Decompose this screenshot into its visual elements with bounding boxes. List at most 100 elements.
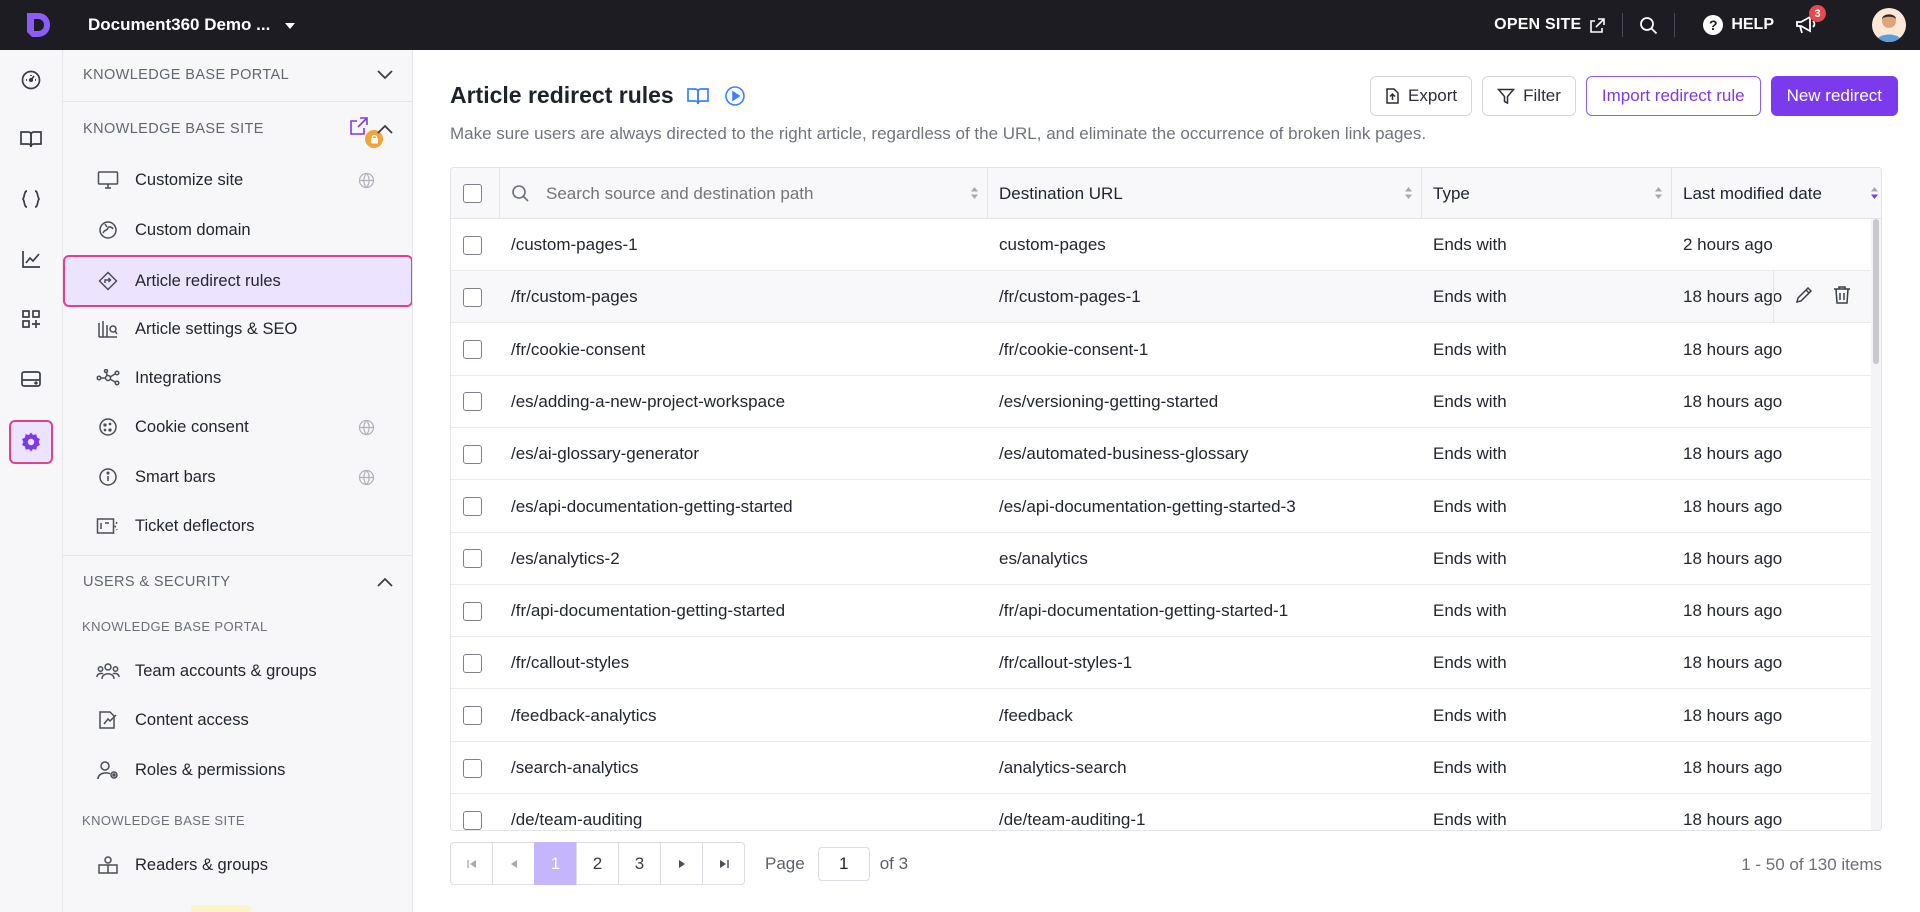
section-users-security[interactable]: USERS & SECURITY xyxy=(63,557,412,607)
help-button[interactable]: ? HELP xyxy=(1703,15,1774,35)
sort-icon[interactable] xyxy=(1654,186,1663,200)
table-row[interactable]: /fr/cookie-consent /fr/cookie-consent-1 … xyxy=(451,324,1871,376)
section-kb-site[interactable]: KNOWLEDGE BASE SITE xyxy=(63,104,412,154)
export-label: Export xyxy=(1407,86,1458,105)
domain-icon xyxy=(95,220,121,240)
row-checkbox[interactable] xyxy=(463,235,482,255)
next-page-button[interactable] xyxy=(660,842,703,885)
table-row[interactable]: /fr/callout-styles /fr/callout-styles-1 … xyxy=(451,637,1871,690)
announcements-button[interactable]: 3 xyxy=(1792,5,1826,39)
documentation-icon[interactable] xyxy=(10,118,52,160)
type-cell: Ends with xyxy=(1433,444,1507,464)
filter-button[interactable]: Filter xyxy=(1482,76,1576,116)
subsection-title: KNOWLEDGE BASE SITE xyxy=(82,813,245,828)
first-page-button[interactable] xyxy=(450,842,493,885)
row-checkbox[interactable] xyxy=(463,392,482,412)
search-icon[interactable] xyxy=(1639,16,1658,35)
sidebar-item-custom-domain[interactable]: Custom domain xyxy=(91,210,385,250)
sidebar-item-article-settings-seo[interactable]: Article settings & SEO xyxy=(91,309,385,349)
scrollbar-thumb[interactable] xyxy=(1873,219,1879,364)
page-button-1[interactable]: 1 xyxy=(534,842,577,885)
select-all-checkbox[interactable] xyxy=(463,184,482,203)
row-checkbox[interactable] xyxy=(463,444,482,464)
source-path-cell: /feedback-analytics xyxy=(511,705,657,725)
open-site-link[interactable]: OPEN SITE xyxy=(1494,16,1606,34)
previous-page-button[interactable] xyxy=(492,842,535,885)
sidebar-item-article-redirect-rules[interactable]: Article redirect rules xyxy=(63,255,412,307)
sidebar-item-integrations[interactable]: Integrations xyxy=(91,358,385,398)
row-checkbox[interactable] xyxy=(463,497,482,516)
play-video-icon[interactable] xyxy=(724,85,746,107)
sidebar-item-readers-groups[interactable]: Readers & groups xyxy=(91,845,385,885)
chevron-up-icon xyxy=(377,577,393,587)
type-cell: Ends with xyxy=(1433,391,1507,411)
sidebar-item-customize-site[interactable]: Customize site xyxy=(91,160,385,200)
export-icon xyxy=(1386,88,1399,104)
dashboard-icon[interactable] xyxy=(10,59,52,101)
project-selector[interactable]: Document360 Demo ... xyxy=(88,15,296,35)
analytics-icon[interactable] xyxy=(10,238,52,280)
import-redirect-rule-button[interactable]: Import redirect rule xyxy=(1585,76,1761,116)
last-page-button[interactable] xyxy=(702,842,745,885)
delete-icon[interactable] xyxy=(1833,285,1851,310)
edit-icon[interactable] xyxy=(1794,285,1814,310)
sort-icon[interactable] xyxy=(970,186,979,200)
search-input[interactable] xyxy=(546,183,846,204)
sidebar-item-ticket-deflectors[interactable]: Ticket deflectors xyxy=(91,506,385,546)
table-row[interactable]: /fr/custom-pages /fr/custom-pages-1 Ends… xyxy=(451,271,1871,324)
table-row[interactable]: /es/api-documentation-getting-started /e… xyxy=(451,481,1871,533)
last-modified-cell: 18 hours ago xyxy=(1683,653,1783,673)
source-path-cell: /es/ai-glossary-generator xyxy=(511,444,700,464)
sort-icon[interactable] xyxy=(1404,186,1413,200)
sidebar-item-content-access[interactable]: Content access xyxy=(91,700,385,740)
sidebar-item-roles-permissions[interactable]: Roles & permissions xyxy=(91,750,385,790)
destination-column-header[interactable]: Destination URL xyxy=(987,168,1421,219)
sidebar-item-cookie-consent[interactable]: Cookie consent xyxy=(91,407,385,447)
last-modified-column-header[interactable]: Last modified date xyxy=(1671,168,1881,219)
sort-descending-icon[interactable] xyxy=(1870,186,1879,200)
book-icon[interactable] xyxy=(686,86,710,106)
avatar[interactable] xyxy=(1872,8,1906,42)
page-button-2[interactable]: 2 xyxy=(576,842,619,885)
table-row[interactable]: /es/analytics-2 es/analytics Ends with 1… xyxy=(451,533,1871,585)
settings-icon[interactable] xyxy=(9,420,53,464)
row-checkbox[interactable] xyxy=(463,758,482,778)
user-settings-icon xyxy=(95,760,121,780)
api-icon[interactable] xyxy=(10,178,52,220)
source-path-cell: /es/analytics-2 xyxy=(511,548,620,568)
table-row[interactable]: /fr/api-documentation-getting-started /f… xyxy=(451,585,1871,638)
table-row[interactable]: /es/adding-a-new-project-workspace /es/v… xyxy=(451,376,1871,428)
sidebar-item-smart-bars[interactable]: Smart bars xyxy=(91,457,385,497)
page-number-input[interactable]: 1 xyxy=(817,846,870,881)
destination-url-cell: /fr/cookie-consent-1 xyxy=(999,339,1149,359)
source-path-cell: /de/team-auditing xyxy=(511,810,643,830)
row-checkbox[interactable] xyxy=(463,287,482,307)
row-actions xyxy=(1773,271,1871,324)
export-button[interactable]: Export xyxy=(1369,76,1473,116)
table-row[interactable]: /search-analytics /analytics-search Ends… xyxy=(451,742,1871,794)
page-button-3[interactable]: 3 xyxy=(618,842,661,885)
type-column-header[interactable]: Type xyxy=(1421,168,1671,219)
row-checkbox-cell xyxy=(463,533,482,585)
table-row[interactable]: /de/team-auditing /de/team-auditing-1 En… xyxy=(451,794,1871,830)
table-scrollbar[interactable] xyxy=(1871,219,1881,830)
row-checkbox[interactable] xyxy=(463,601,482,621)
table-row[interactable]: /es/ai-glossary-generator /es/automated-… xyxy=(451,428,1871,481)
table-row[interactable]: /feedback-analytics /feedback Ends with … xyxy=(451,690,1871,742)
table-row[interactable]: /custom-pages-1 custom-pages Ends with 2… xyxy=(451,219,1871,271)
row-checkbox[interactable] xyxy=(463,340,482,360)
drive-icon[interactable] xyxy=(10,358,52,400)
section-kb-portal[interactable]: KNOWLEDGE BASE PORTAL xyxy=(63,50,412,100)
row-checkbox[interactable] xyxy=(463,549,482,569)
apps-icon[interactable] xyxy=(10,298,52,340)
source-path-column xyxy=(499,168,987,219)
last-modified-cell: 18 hours ago xyxy=(1683,705,1783,725)
row-checkbox[interactable] xyxy=(463,653,482,673)
external-link-icon xyxy=(1590,17,1606,33)
row-checkbox[interactable] xyxy=(463,810,482,830)
sidebar-item-team-accounts[interactable]: Team accounts & groups xyxy=(91,651,385,691)
external-link-icon[interactable] xyxy=(349,116,383,148)
new-redirect-button[interactable]: New redirect xyxy=(1770,76,1898,116)
document360-logo[interactable] xyxy=(16,0,60,50)
row-checkbox[interactable] xyxy=(463,706,482,726)
